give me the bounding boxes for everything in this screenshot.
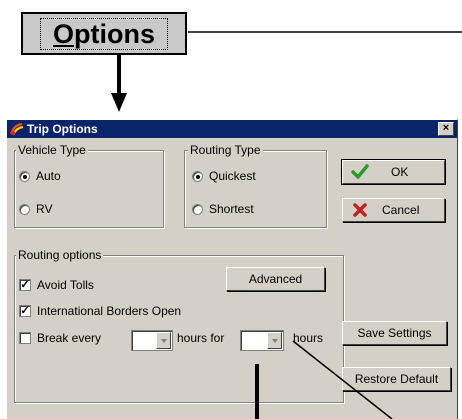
callout-line-diagonal bbox=[292, 340, 393, 419]
callout-lines-bottom bbox=[255, 340, 393, 419]
